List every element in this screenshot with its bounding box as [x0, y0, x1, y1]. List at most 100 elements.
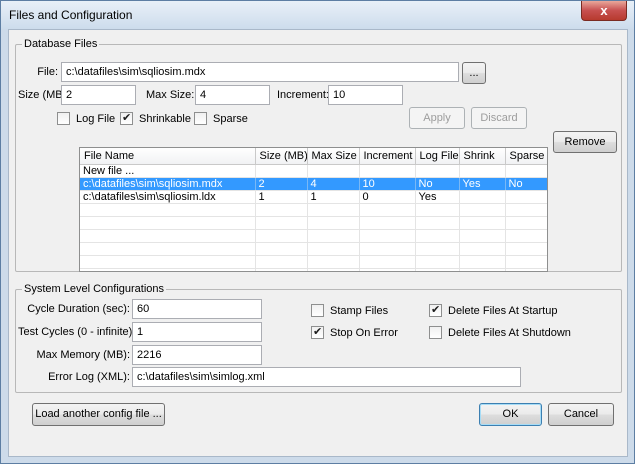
apply-button[interactable]: Apply — [409, 107, 465, 129]
close-button[interactable]: x — [581, 1, 627, 21]
table-cell — [307, 216, 360, 230]
table-cell — [459, 229, 506, 243]
table-cell — [415, 255, 460, 269]
table-cell — [307, 255, 360, 269]
column-header-max-size[interactable]: Max Size — [307, 148, 360, 165]
stop-on-error-checkbox-label: Stop On Error — [330, 327, 398, 339]
stamp-files-checkbox[interactable]: Stamp Files — [311, 304, 388, 318]
table-cell — [255, 229, 308, 243]
cycle-duration-label: Cycle Duration (sec): — [27, 303, 130, 315]
column-header-file-name[interactable]: File Name — [80, 148, 256, 165]
max-memory-input[interactable]: 2216 — [132, 345, 262, 365]
shrinkable-checkbox-box[interactable] — [120, 111, 133, 125]
table-cell — [415, 203, 460, 217]
column-header-increment[interactable]: Increment — [359, 148, 416, 165]
shrinkable-checkbox[interactable]: Shrinkable — [120, 111, 191, 126]
table-cell: 1 — [255, 190, 308, 204]
remove-button[interactable]: Remove — [553, 131, 617, 153]
table-cell — [459, 203, 506, 217]
window-title: Files and Configuration — [9, 8, 133, 22]
max-size-input[interactable]: 4 — [195, 85, 270, 105]
ok-button[interactable]: OK — [479, 403, 542, 426]
delete-files-at-startup-checkbox[interactable]: Delete Files At Startup — [429, 303, 558, 318]
stop-on-error-checkbox[interactable]: Stop On Error — [311, 325, 398, 340]
title-bar[interactable]: Files and Configuration x — [1, 1, 634, 29]
column-header-log-file[interactable]: Log File — [415, 148, 460, 165]
table-cell — [359, 203, 416, 217]
cancel-button[interactable]: Cancel — [548, 403, 614, 426]
table-cell: c:\datafiles\sim\sqliosim.ldx — [80, 190, 256, 204]
table-cell — [459, 255, 506, 269]
delete-files-at-startup-checkbox-label: Delete Files At Startup — [448, 305, 558, 317]
increment-label: Increment: — [277, 89, 329, 101]
table-cell — [359, 268, 416, 271]
size-input[interactable]: 2 — [61, 85, 136, 105]
table-row[interactable]: New file ... — [80, 164, 547, 178]
browse-button[interactable]: ... — [462, 62, 486, 84]
table-cell: 1 — [307, 190, 360, 204]
column-header-size[interactable]: Size (MB) — [255, 148, 308, 165]
table-cell: New file ... — [80, 164, 256, 178]
table-cell: c:\datafiles\sim\sqliosim.mdx — [80, 177, 256, 191]
table-row[interactable]: c:\datafiles\sim\sqliosim.ldx 1 1 0 Yes — [80, 190, 547, 204]
max-size-label: Max Size: — [146, 89, 195, 101]
table-cell — [505, 268, 547, 271]
table-cell — [307, 203, 360, 217]
sparse-checkbox-box[interactable] — [194, 112, 207, 125]
database-files-grid[interactable]: File Name Size (MB) Max Size Increment L… — [79, 147, 548, 272]
error-log-input[interactable]: c:\datafiles\sim\simlog.xml — [132, 367, 521, 387]
table-cell — [505, 229, 547, 243]
table-cell — [459, 164, 506, 178]
system-config-group: System Level Configurations Cycle Durati… — [15, 283, 622, 393]
table-cell — [415, 242, 460, 256]
table-cell — [505, 164, 547, 178]
database-files-group: Database Files File: c:\datafiles\sim\sq… — [15, 38, 622, 272]
table-cell — [307, 164, 360, 178]
table-cell — [459, 242, 506, 256]
column-header-sparse[interactable]: Sparse — [505, 148, 547, 165]
test-cycles-label: Test Cycles (0 - infinite): — [18, 326, 136, 338]
log-file-checkbox[interactable]: Log File — [57, 112, 115, 126]
delete-files-at-startup-checkbox-box[interactable] — [429, 303, 442, 317]
increment-input[interactable]: 10 — [328, 85, 403, 105]
table-cell — [307, 229, 360, 243]
database-files-table: File Name Size (MB) Max Size Increment L… — [80, 148, 547, 271]
table-cell — [255, 216, 308, 230]
table-row[interactable]: c:\datafiles\sim\sqliosim.mdx 2 4 10 No … — [80, 177, 547, 191]
empty-table-row — [80, 242, 547, 256]
cycle-duration-input[interactable]: 60 — [132, 299, 262, 319]
stamp-files-checkbox-box[interactable] — [311, 304, 324, 317]
empty-table-row — [80, 229, 547, 243]
table-cell: No — [415, 177, 460, 191]
error-log-label: Error Log (XML): — [48, 371, 130, 383]
table-cell — [255, 255, 308, 269]
shrinkable-checkbox-label: Shrinkable — [139, 113, 191, 125]
table-cell — [255, 242, 308, 256]
sparse-checkbox[interactable]: Sparse — [194, 112, 248, 126]
file-label: File: — [37, 66, 58, 78]
column-header-shrink[interactable]: Shrink — [459, 148, 506, 165]
empty-table-row — [80, 203, 547, 217]
table-cell — [80, 216, 256, 230]
table-cell — [359, 242, 416, 256]
test-cycles-input[interactable]: 1 — [132, 322, 262, 342]
discard-button[interactable]: Discard — [471, 107, 527, 129]
table-cell — [505, 203, 547, 217]
file-path-input[interactable]: c:\datafiles\sim\sqliosim.mdx — [61, 62, 459, 82]
stop-on-error-checkbox-box[interactable] — [311, 325, 324, 339]
table-cell: 10 — [359, 177, 416, 191]
log-file-checkbox-box[interactable] — [57, 112, 70, 125]
delete-files-at-shutdown-checkbox-box[interactable] — [429, 326, 442, 339]
table-cell — [255, 203, 308, 217]
delete-files-at-shutdown-checkbox[interactable]: Delete Files At Shutdown — [429, 326, 571, 340]
dialog-window: Files and Configuration x Database Files… — [0, 0, 635, 464]
table-cell: 4 — [307, 177, 360, 191]
table-cell — [255, 164, 308, 178]
delete-files-at-shutdown-checkbox-label: Delete Files At Shutdown — [448, 327, 571, 339]
table-cell — [359, 164, 416, 178]
table-cell — [80, 268, 256, 271]
table-cell — [505, 242, 547, 256]
dialog-body: Database Files File: c:\datafiles\sim\sq… — [8, 29, 628, 457]
load-config-button[interactable]: Load another config file ... — [32, 403, 165, 426]
empty-table-row — [80, 268, 547, 271]
